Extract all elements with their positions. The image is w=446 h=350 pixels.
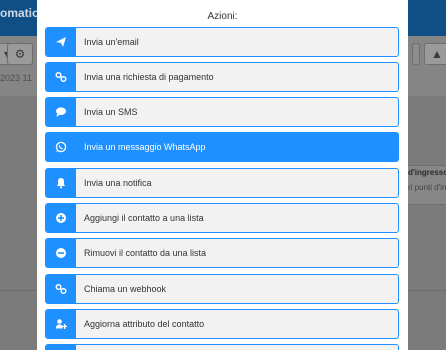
actions-modal: Azioni: Invia un'email Invia una richies… (37, 0, 408, 350)
entry-points-title: d'ingresso (408, 168, 446, 177)
minus-circle-icon (46, 239, 76, 267)
action-label: Invia una notifica (84, 178, 152, 188)
action-next-partial[interactable] (45, 344, 399, 350)
action-label: Invia un SMS (84, 107, 138, 117)
warning-icon: ▲ (431, 47, 443, 61)
action-send-email[interactable]: Invia un'email (45, 27, 399, 57)
link-icon (46, 63, 76, 91)
plus-circle-icon (46, 204, 76, 232)
app-title: omation (0, 6, 40, 20)
action-remove-from-list[interactable]: Rimuovi il contatto da una lista (45, 238, 399, 268)
modal-title: Azioni: (207, 11, 238, 22)
action-label: Invia un'email (84, 37, 139, 47)
user-edit-icon (46, 310, 76, 338)
action-label: Chiama un webhook (84, 284, 167, 294)
action-label: Aggiorna attributo del contatto (84, 319, 205, 329)
action-update-contact-attribute[interactable]: Aggiorna attributo del contatto (45, 309, 399, 339)
send-icon (46, 28, 76, 56)
action-send-notification[interactable]: Invia una notifica (45, 168, 399, 198)
action-send-whatsapp[interactable]: Invia un messaggio WhatsApp (45, 132, 399, 162)
settings-button[interactable]: ⚙ (7, 43, 33, 65)
action-add-to-list[interactable]: Aggiungi il contatto a una lista (45, 203, 399, 233)
gear-icon: ⚙ (14, 47, 26, 61)
action-label: Aggiungi il contatto a una lista (84, 213, 204, 223)
action-label: Rimuovi il contatto da una lista (84, 248, 207, 258)
chat-bubble-icon (46, 98, 76, 126)
warning-button[interactable]: ▲ (424, 43, 446, 65)
date-text: 2023 11 (0, 73, 32, 83)
whatsapp-icon (46, 133, 76, 161)
action-send-sms[interactable]: Invia un SMS (45, 97, 399, 127)
action-label: Invia una richiesta di pagamento (84, 72, 214, 82)
entry-points-text: ri punti d'in (408, 183, 446, 192)
action-payment-request[interactable]: Invia una richiesta di pagamento (45, 62, 399, 92)
action-icon (46, 345, 76, 350)
link-icon (46, 275, 76, 303)
action-label: Invia un messaggio WhatsApp (84, 142, 206, 152)
bell-icon (46, 169, 76, 197)
upload-button[interactable] (412, 43, 420, 65)
action-call-webhook[interactable]: Chiama un webhook (45, 274, 399, 304)
